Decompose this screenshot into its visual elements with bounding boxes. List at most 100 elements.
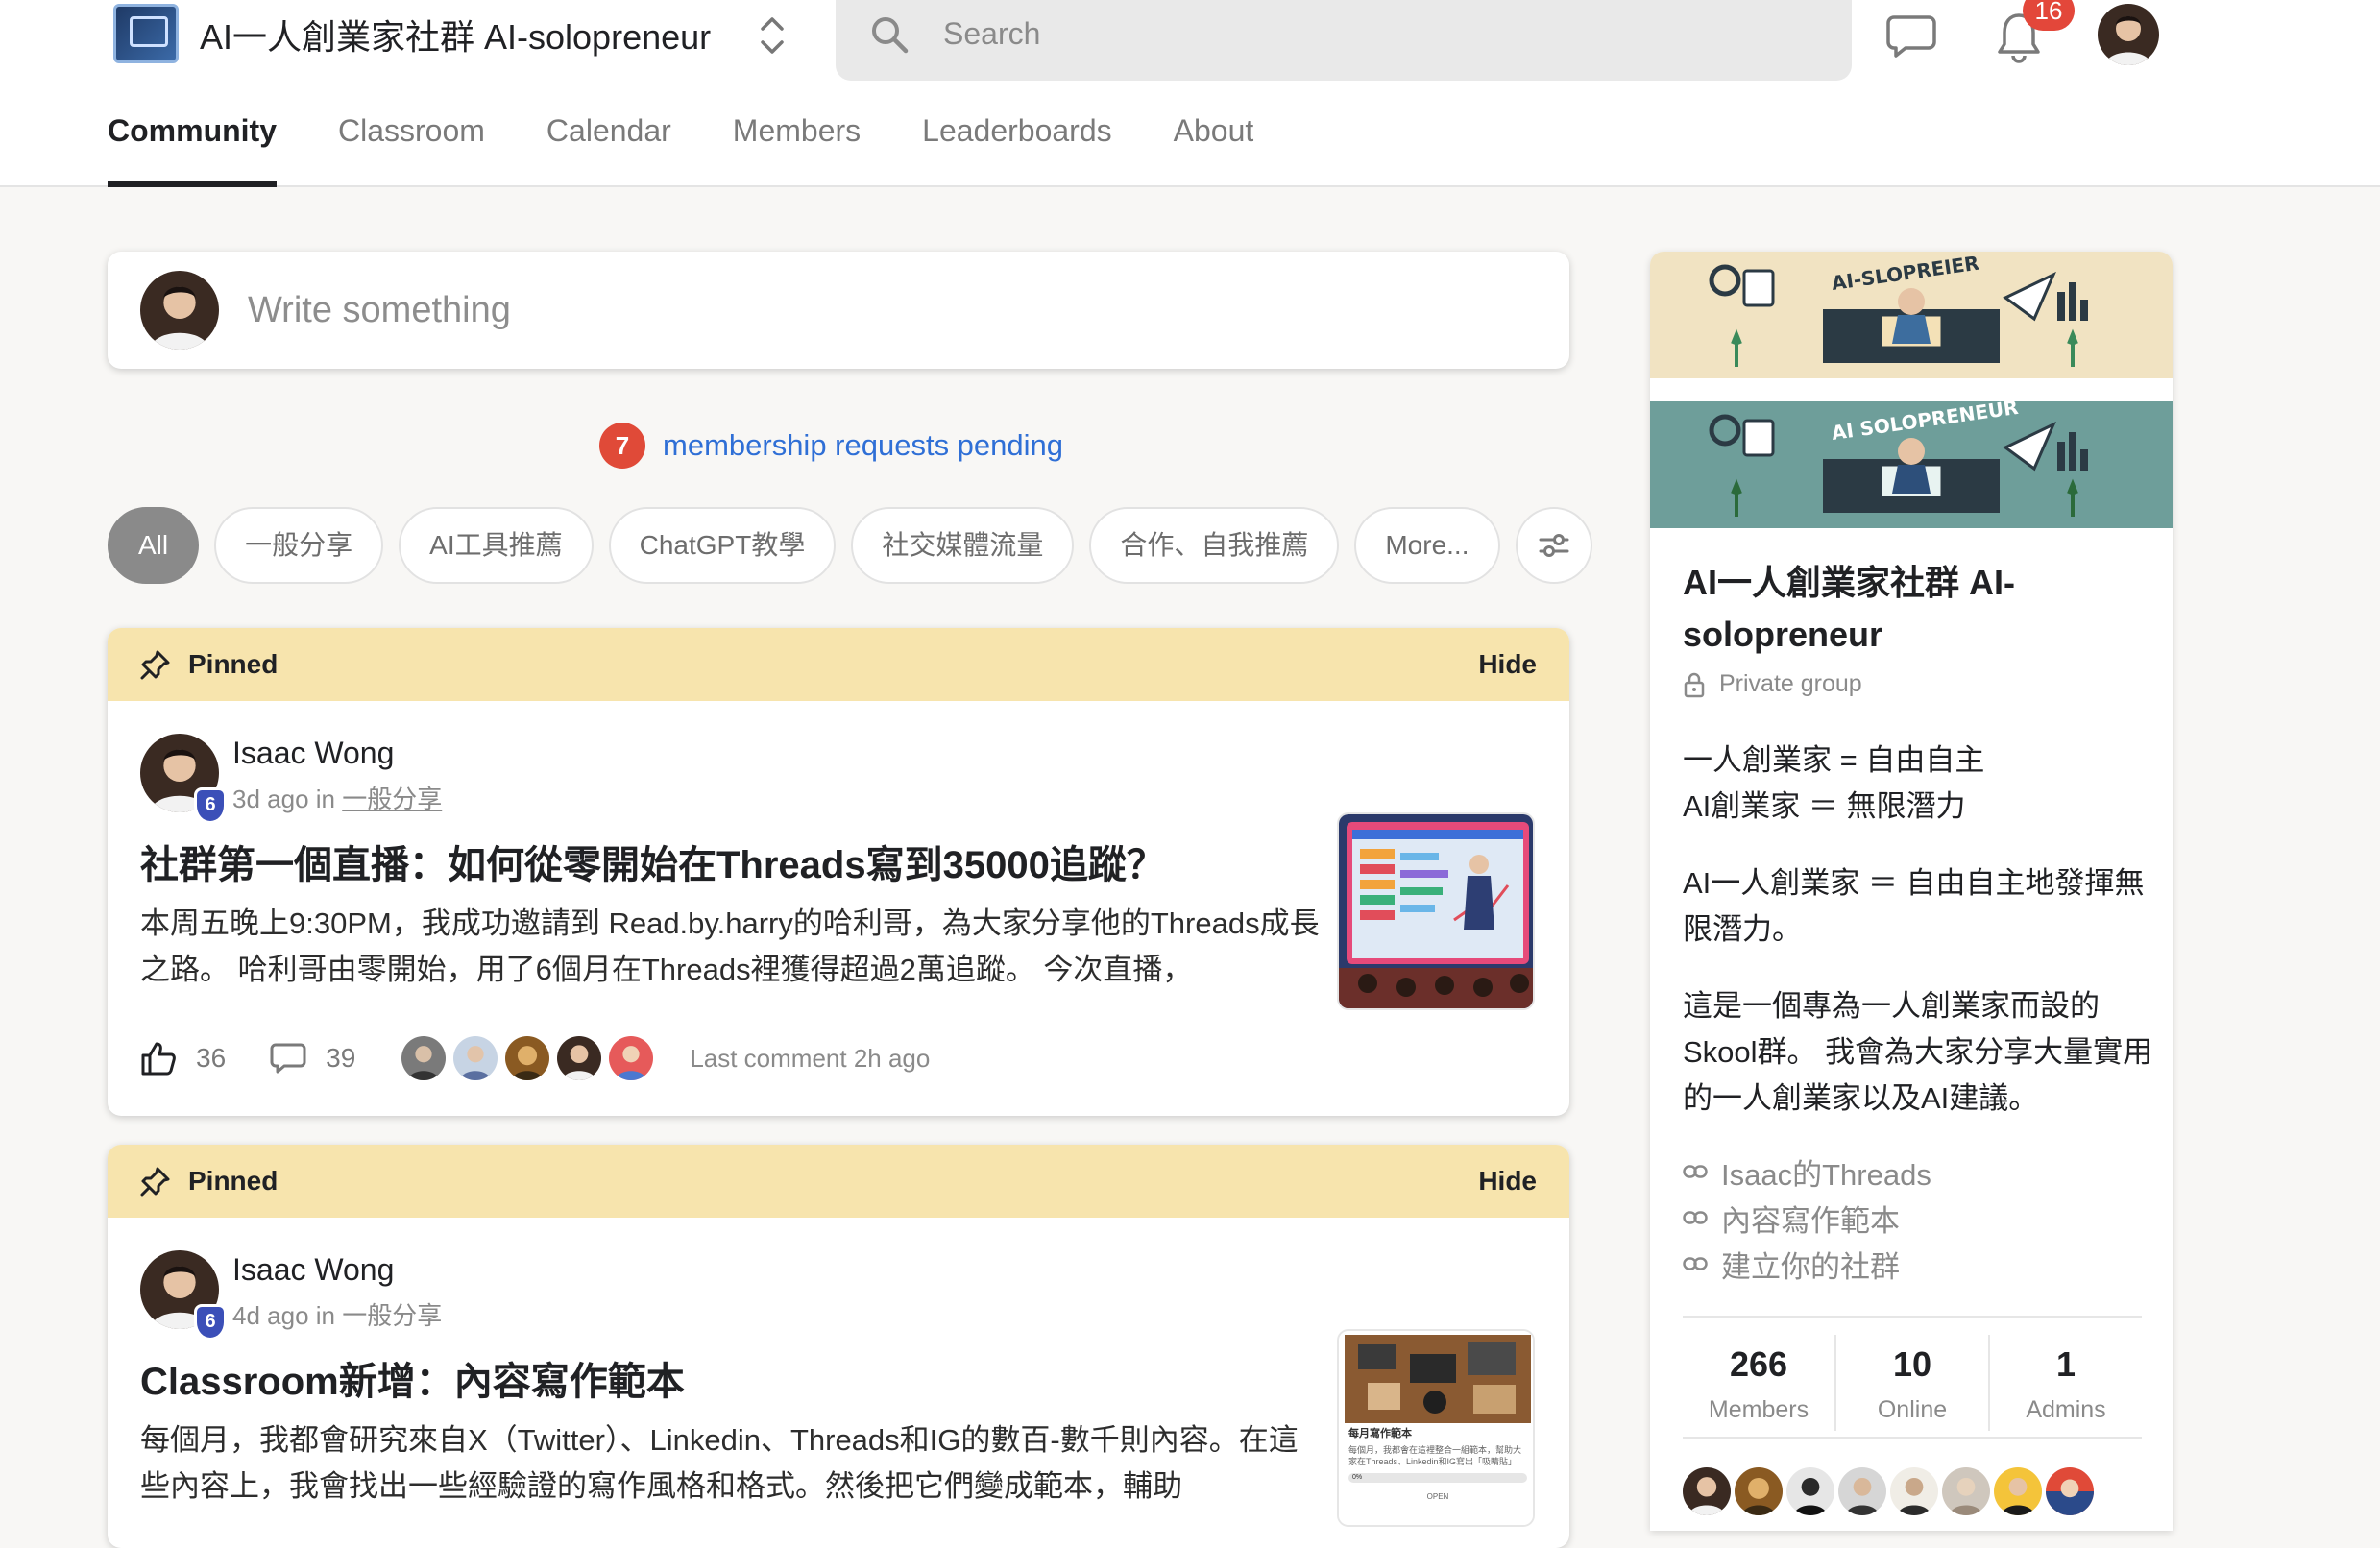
post-thumbnail[interactable]: 每月寫作範本 每個月，我都會在這裡整合一組範本，幫助大家在Threads、Lin… [1337,1329,1535,1527]
comment-button[interactable]: 39 [270,1042,355,1075]
group-switcher-icon[interactable] [755,13,789,58]
search-icon [872,17,909,54]
tab-community[interactable]: Community [108,113,277,187]
stat-label: Members [1708,1396,1809,1423]
author-name[interactable]: Isaac Wong [232,736,394,771]
notification-badge: 16 [2023,0,2075,31]
author-avatar[interactable]: 6 [140,1250,227,1341]
stat-value: 266 [1729,1344,1788,1384]
member-avatar[interactable] [1735,1467,1783,1515]
tab-classroom[interactable]: Classroom [338,113,485,187]
stat-label: Admins [2026,1396,2106,1423]
category-chip-all[interactable]: All [108,507,200,584]
lock-icon [1684,672,1705,697]
author-avatar[interactable]: 6 [140,734,227,824]
post-title[interactable]: Classroom新增：內容寫作範本 [140,1350,685,1406]
divider [1683,1437,2142,1439]
commenter-avatar[interactable] [503,1034,552,1082]
desc-line: 這是一個專為一人創業家而設的Skool群。 我會為大家分享大量實用的一人創業家以… [1683,989,2153,1115]
member-avatar[interactable] [1683,1467,1731,1515]
group-banner: AI-SLOPREIER AI SOLOPRENEUR [1650,252,2173,528]
filter-settings-button[interactable] [1515,507,1592,584]
main-tabs: Community Classroom Calendar Members Lea… [108,113,1315,187]
pending-text: membership requests pending [663,428,1064,462]
top-header: AI一人創業家社群 AI-solopreneur 16 Community Cl… [0,0,2380,187]
post-body: 本周五晚上9:30PM，我成功邀請到 Read.by.harry的哈利哥，為大家… [140,907,1320,986]
stat-online[interactable]: 10 Online [1836,1335,1990,1431]
post-actions: 36 39 Last comment 2h ago [140,1029,930,1087]
group-link[interactable]: 建立你的社群 [1683,1241,1931,1287]
commenter-avatar[interactable] [607,1034,656,1082]
pin-icon [140,650,170,680]
category-chip[interactable]: ChatGPT教學 [608,507,837,584]
member-avatar[interactable] [1942,1467,1990,1515]
commenter-avatar[interactable] [400,1034,449,1082]
group-info-card: AI-SLOPREIER AI SOLOPRENEUR AI一人創業家社群 AI… [1650,252,2173,1531]
post-category-link[interactable]: 一般分享 [342,1301,442,1330]
group-title: AI一人創業家社群 AI-solopreneur [1683,563,2015,654]
hide-button[interactable]: Hide [1478,1166,1537,1197]
group-link[interactable]: 內容寫作範本 [1683,1195,1931,1241]
desc-line: 一人創業家 = 自由自主 [1683,743,1985,777]
post-card[interactable]: Pinned Hide 6 Isaac Wong 4d ago in 一般分享 … [108,1145,1569,1548]
category-chip[interactable]: 社交媒體流量 [851,507,1075,584]
post-time: 3d ago in [232,785,335,813]
search-bar[interactable] [836,0,1852,81]
search-input[interactable] [943,10,1788,58]
level-badge: 6 [194,1304,227,1341]
member-avatar[interactable] [1786,1467,1834,1515]
tab-leaderboards[interactable]: Leaderboards [922,113,1111,187]
composer-avatar [140,271,219,350]
member-avatar[interactable] [2046,1467,2094,1515]
membership-requests-link[interactable]: 7 membership requests pending [599,423,1063,469]
post-meta: 3d ago in 一般分享 [232,780,442,815]
post-thumbnail[interactable] [1337,812,1535,1010]
level-badge: 6 [194,787,227,824]
member-avatar[interactable] [1890,1467,1938,1515]
group-links: Isaac的Threads 內容寫作範本 建立你的社群 [1683,1149,1931,1287]
pin-icon [140,1167,170,1197]
stat-value: 10 [1892,1344,1932,1384]
commenter-avatar[interactable] [555,1034,604,1082]
like-button[interactable]: 36 [140,1041,226,1076]
tab-calendar[interactable]: Calendar [546,113,671,187]
category-chip-more[interactable]: More... [1354,507,1500,584]
thumbs-up-icon [141,1042,176,1076]
group-description: 一人創業家 = 自由自主 AI創業家 ＝ 無限潛力 AI一人創業家 ＝ 自由自主地… [1683,738,2153,1152]
group-name[interactable]: AI一人創業家社群 AI-solopreneur [200,10,711,60]
post-meta: 4d ago in 一般分享 [232,1296,442,1332]
tab-about[interactable]: About [1174,113,1254,187]
post-card[interactable]: Pinned Hide 6 Isaac Wong 3d ago in 一般分享 … [108,628,1569,1116]
group-logo[interactable] [113,4,179,63]
member-avatar[interactable] [1838,1467,1886,1515]
post-composer[interactable] [108,252,1569,369]
chat-icon[interactable] [1886,13,1936,60]
pinned-bar: Pinned Hide [108,1145,1569,1218]
group-link[interactable]: Isaac的Threads [1683,1149,1931,1195]
privacy-text: Private group [1719,670,1862,697]
like-count: 36 [196,1043,227,1073]
group-stats: 266 Members 10 Online 1 Admins [1683,1335,2142,1431]
hide-button[interactable]: Hide [1478,649,1537,680]
user-avatar[interactable] [2098,4,2159,65]
category-chip[interactable]: 一般分享 [214,507,384,584]
post-category-link[interactable]: 一般分享 [342,785,442,813]
commenter-avatar[interactable] [451,1034,500,1082]
category-chip[interactable]: AI工具推薦 [399,507,594,584]
stat-label: Online [1877,1396,1948,1423]
stat-members[interactable]: 266 Members [1683,1335,1836,1431]
link-icon [1683,1211,1708,1224]
pinned-label: Pinned [188,1166,279,1196]
tab-members[interactable]: Members [733,113,861,187]
stat-value: 1 [2055,1344,2076,1384]
author-name[interactable]: Isaac Wong [232,1252,394,1288]
desc-line: AI一人創業家 ＝ 自由自主地發揮無限潛力。 [1683,866,2145,946]
member-avatar[interactable] [1994,1467,2042,1515]
link-icon [1683,1257,1708,1270]
thumbnail-text: 每月寫作範本 每個月，我都會在這裡整合一組範本，幫助大家在Threads、Lin… [1348,1423,1527,1504]
stat-admins[interactable]: 1 Admins [1990,1335,2142,1431]
category-chip[interactable]: 合作、自我推薦 [1089,507,1340,584]
composer-input[interactable] [248,280,1535,340]
post-title[interactable]: 社群第一個直播：如何從零開始在Threads寫到35000追蹤？ [140,834,1165,889]
link-icon [1683,1165,1708,1178]
